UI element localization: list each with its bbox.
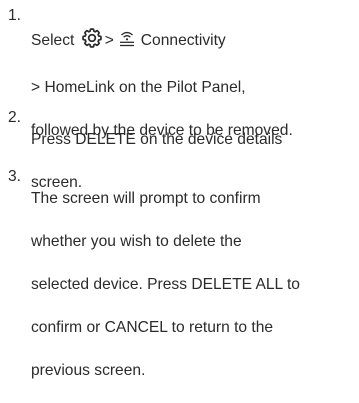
instruction-steps: 1. Select > Connectivity > HomeLink on t… [0,0,359,379]
separator-text: > [104,31,114,49]
step-number: 1. [8,7,22,24]
gear-icon [81,27,103,56]
step-line: The screen will prompt to confirm [31,189,261,207]
step-line: whether you wish to delete the [31,232,242,250]
step-line: Press DELETE on the device details [31,130,283,148]
select-text: Select [31,31,75,49]
step-text: The screen will prompt to confirm whethe… [31,166,358,403]
wireless-icon [118,29,136,56]
menu-item-connectivity: Connectivity [140,31,226,49]
step-number: 2. [8,109,22,126]
step-line: > HomeLink on the Pilot Panel, [31,78,246,96]
step-line: confirm or CANCEL to return to the [31,318,274,336]
step-number: 3. [8,168,22,185]
step-line: Select > Connectivity [31,27,358,56]
step-line: previous screen. [31,361,146,379]
step-line: selected device. Press DELETE ALL to [31,275,300,293]
